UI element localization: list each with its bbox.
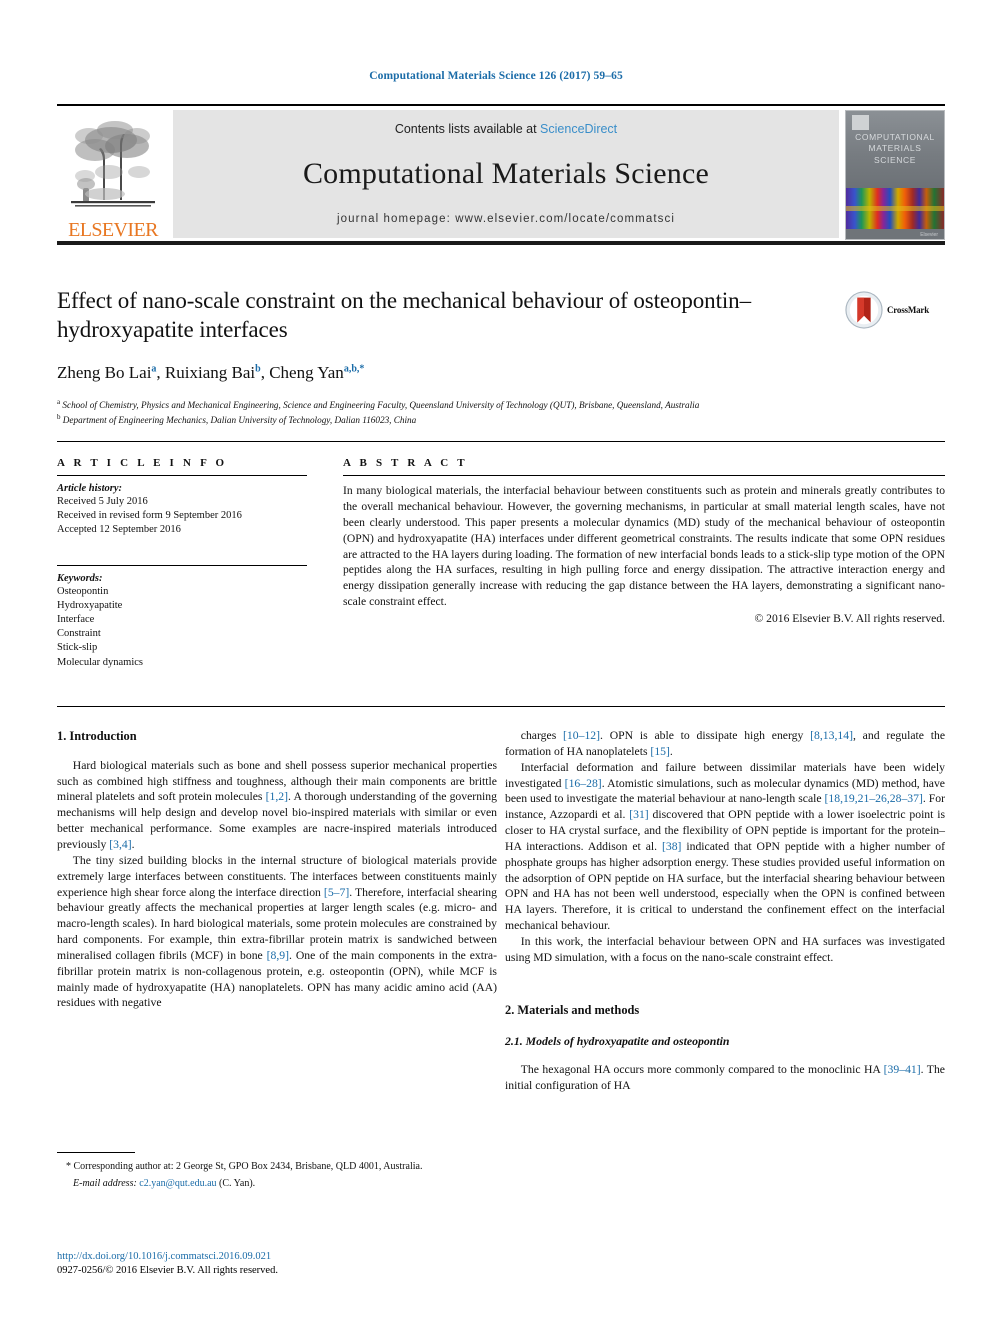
- elsevier-tree-icon: [71, 121, 155, 207]
- article-history-label: Article history:: [57, 483, 123, 494]
- page-title: Effect of nano-scale constraint on the m…: [57, 288, 751, 343]
- abstract-text: In many biological materials, the interf…: [343, 484, 945, 609]
- body-paragraph: In this work, the interfacial behaviour …: [505, 934, 945, 964]
- footnote-block: * Corresponding author at: 2 George St, …: [57, 1160, 497, 1191]
- author-list: Zheng Bo Laia, Ruixiang Baib, Cheng Yana…: [57, 363, 837, 383]
- cover-title-line-1: COMPUTATIONAL: [855, 132, 935, 142]
- footnote-divider: [57, 1152, 135, 1153]
- cover-elsevier-mark: [852, 115, 869, 130]
- journal-title: Computational Materials Science: [302, 156, 710, 190]
- author-name: Ruixiang Bai: [164, 362, 256, 382]
- affiliation-item: a School of Chemistry, Physics and Mecha…: [57, 397, 837, 412]
- abstract-copyright: © 2016 Elsevier B.V. All rights reserved…: [754, 612, 945, 625]
- body-paragraph: Interfacial deformation and failure betw…: [505, 760, 946, 933]
- contents-line: Contents lists available at ScienceDirec…: [395, 122, 617, 136]
- keyword-item: Stick-slip: [57, 642, 98, 654]
- email-owner: (C. Yan).: [219, 1178, 256, 1189]
- email-label: E-mail address:: [73, 1178, 137, 1189]
- doi-block: http://dx.doi.org/10.1016/j.commatsci.20…: [57, 1250, 497, 1278]
- cover-publisher-label: Elsevier: [920, 232, 938, 238]
- body-paragraph: charges [10–12]. OPN is able to dissipat…: [505, 729, 946, 758]
- body-paragraph: The tiny sized building blocks in the in…: [57, 853, 497, 1010]
- abstract-heading: A B S T R A C T: [343, 457, 468, 469]
- affiliation-text: Department of Engineering Mechanics, Dal…: [62, 415, 417, 426]
- cover-title: COMPUTATIONAL MATERIALS SCIENCE: [846, 132, 944, 166]
- keyword-item: Osteopontin: [57, 586, 109, 598]
- body-column-left: 1. Introduction Hard biological material…: [57, 728, 497, 1011]
- elsevier-wordmark: ELSEVIER: [68, 219, 158, 241]
- article-history-item: Accepted 12 September 2016: [57, 524, 181, 536]
- journal-band: Contents lists available at ScienceDirec…: [173, 110, 839, 238]
- info-band-top-rule: [57, 441, 945, 442]
- keywords-block: Keywords: Osteopontin Hydroxyapatite Int…: [57, 565, 307, 669]
- sciencedirect-link[interactable]: ScienceDirect: [540, 122, 617, 136]
- cover-title-line-2: MATERIALS: [868, 143, 922, 154]
- crossmark-icon: [845, 291, 883, 329]
- corresponding-author-note: * Corresponding author at: 2 George St, …: [66, 1161, 423, 1172]
- author-separator: ,: [156, 362, 165, 382]
- affiliation-list: a School of Chemistry, Physics and Mecha…: [57, 397, 837, 428]
- affiliation-mark: a: [57, 397, 61, 406]
- doi-link[interactable]: http://dx.doi.org/10.1016/j.commatsci.20…: [57, 1250, 497, 1264]
- journal-homepage-link[interactable]: journal homepage: www.elsevier.com/locat…: [337, 213, 675, 225]
- article-history-item: Received 5 July 2016: [57, 496, 148, 507]
- abstract-column: A B S T R A C T In many biological mater…: [343, 457, 945, 625]
- crossmark-badge[interactable]: CrossMark: [845, 288, 945, 332]
- info-band-bottom-rule: [57, 706, 945, 707]
- keyword-item: Molecular dynamics: [57, 656, 144, 668]
- section-heading-introduction: 1. Introduction: [57, 729, 137, 743]
- title-block: Effect of nano-scale constraint on the m…: [57, 286, 837, 428]
- keyword-item: Interface: [57, 614, 95, 626]
- keywords-label: Keywords:: [57, 573, 103, 585]
- journal-cover-thumbnail: COMPUTATIONAL MATERIALS SCIENCE Elsevier: [845, 110, 945, 240]
- body-column-right: charges [10–12]. OPN is able to dissipat…: [505, 728, 945, 1094]
- cover-title-line-3: SCIENCE: [874, 154, 916, 165]
- author-name: Cheng Yan: [269, 362, 344, 382]
- abstract-rule: [343, 475, 945, 476]
- article-info-rule: [57, 475, 307, 476]
- article-history-item: Received in revised form 9 September 201…: [57, 510, 242, 522]
- author-name: Zheng Bo Lai: [57, 362, 152, 382]
- email-link[interactable]: c2.yan@qut.edu.au: [139, 1178, 216, 1189]
- affiliation-text: School of Chemistry, Physics and Mechani…: [62, 399, 700, 410]
- keyword-item: Constraint: [57, 628, 101, 640]
- keywords-rule: [57, 565, 307, 567]
- elsevier-logo: ELSEVIER: [57, 110, 169, 240]
- contents-prefix: Contents lists available at: [394, 122, 541, 136]
- crossmark-label: CrossMark: [887, 305, 930, 315]
- running-head: Computational Materials Science 126 (201…: [369, 70, 623, 82]
- cover-artwork: [846, 188, 944, 229]
- issn-copyright-line: 0927-0256/© 2016 Elsevier B.V. All right…: [57, 1265, 278, 1277]
- subsection-heading-models: 2.1. Models of hydroxyapatite and osteop…: [505, 1034, 730, 1049]
- journal-masthead: ELSEVIER Contents lists available at Sci…: [57, 104, 945, 240]
- affiliation-item: b Department of Engineering Mechanics, D…: [57, 412, 837, 427]
- article-info-heading: A R T I C L E I N F O: [57, 457, 228, 469]
- section-heading-materials-and-methods: 2. Materials and methods: [505, 1002, 640, 1017]
- keyword-item: Hydroxyapatite: [57, 600, 123, 612]
- masthead-divider: [57, 241, 945, 245]
- article-info-column: A R T I C L E I N F O Article history: R…: [57, 457, 307, 670]
- email-note: E-mail address: c2.yan@qut.edu.au (C. Ya…: [57, 1177, 497, 1191]
- paper-page: Computational Materials Science 126 (201…: [0, 0, 992, 1323]
- author-separator: ,: [260, 362, 270, 382]
- body-paragraph: Hard biological materials such as bone a…: [57, 758, 497, 852]
- body-paragraph: The hexagonal HA occurs more commonly co…: [505, 1063, 945, 1093]
- author-affil-mark: a,b,*: [343, 363, 365, 375]
- affiliation-mark: b: [57, 413, 61, 422]
